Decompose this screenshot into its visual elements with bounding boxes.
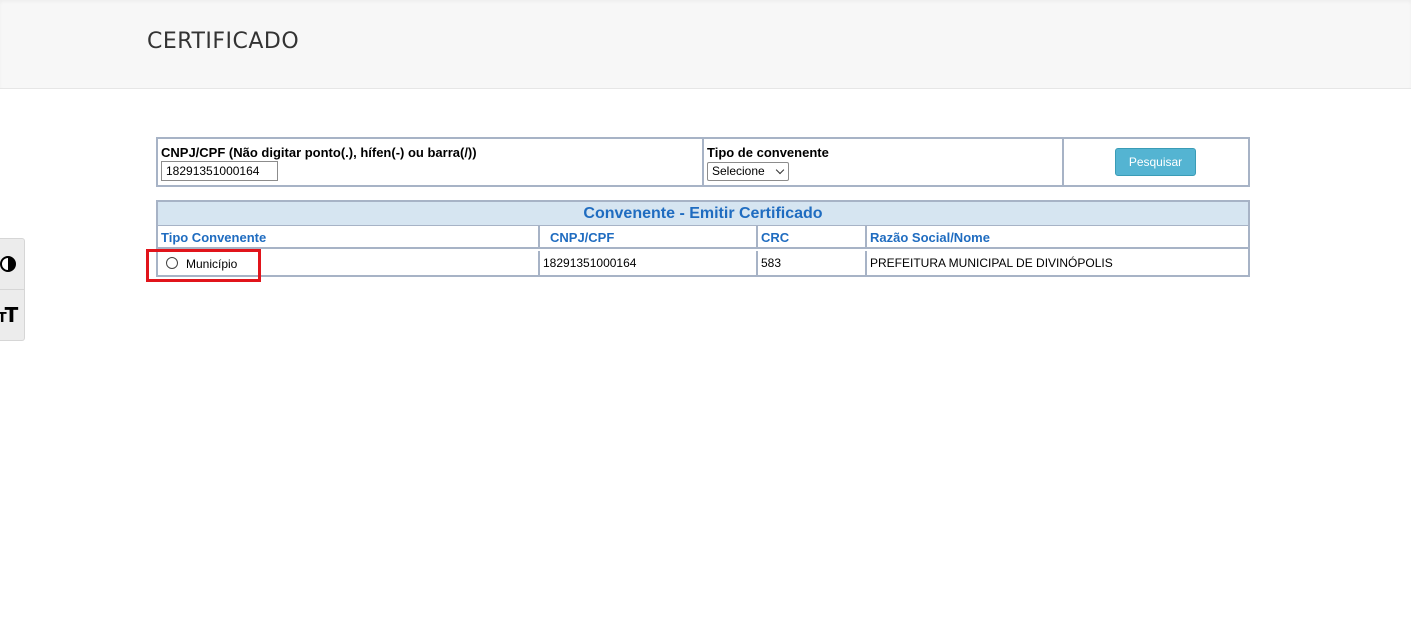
tipo-convenente-label: Tipo de convenente [707, 145, 829, 160]
select-row-radio[interactable] [166, 257, 178, 269]
column-header-tipo: Tipo Convenente [158, 226, 540, 249]
chevron-down-icon [775, 165, 785, 175]
cnpj-label: CNPJ/CPF (Não digitar ponto(.), hífen(-)… [161, 145, 477, 160]
accessibility-toolbar: TT [0, 238, 25, 341]
column-header-cnpj: CNPJ/CPF [540, 226, 758, 249]
search-form: CNPJ/CPF (Não digitar ponto(.), hífen(-)… [156, 137, 1250, 187]
button-cell: Pesquisar [1064, 139, 1250, 185]
tipo-cell: Tipo de convenente Selecione [704, 139, 1064, 185]
page-header: CERTIFICADO [0, 0, 1411, 89]
tipo-convenente-value: Município [186, 257, 238, 271]
tipo-convenente-selected: Selecione [712, 164, 765, 178]
cnpj-cell: CNPJ/CPF (Não digitar ponto(.), hífen(-)… [158, 139, 704, 185]
table-row-crc-cell: 583 [758, 251, 867, 275]
font-size-button[interactable]: TT [0, 290, 24, 340]
page-title: CERTIFICADO [147, 29, 300, 54]
contrast-icon [0, 256, 16, 272]
pesquisar-button[interactable]: Pesquisar [1115, 148, 1196, 176]
font-size-icon: TT [0, 303, 18, 327]
results-caption: Convenente - Emitir Certificado [158, 202, 1248, 226]
results-table: Convenente - Emitir Certificado Tipo Con… [156, 200, 1250, 277]
tipo-convenente-select[interactable]: Selecione [707, 162, 789, 181]
table-row-tipo-cell: Município [158, 251, 540, 275]
contrast-toggle-button[interactable] [0, 239, 24, 290]
table-row-cnpj-cell: 18291351000164 [540, 251, 758, 275]
cnpj-input[interactable] [161, 161, 278, 181]
column-header-crc: CRC [758, 226, 867, 249]
column-header-razao-social: Razão Social/Nome [867, 226, 1248, 249]
table-row-razao-social-cell: PREFEITURA MUNICIPAL DE DIVINÓPOLIS [870, 256, 1113, 270]
